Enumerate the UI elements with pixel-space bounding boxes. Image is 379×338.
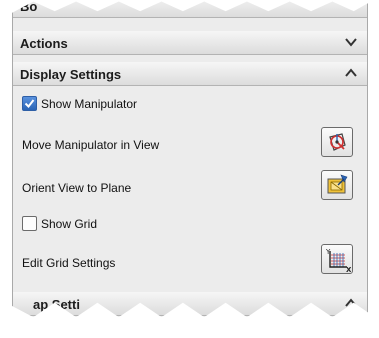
- display-settings-body: Show Manipulator Move Manipulator in Vie…: [13, 87, 367, 292]
- chevron-down-icon[interactable]: [343, 34, 359, 50]
- settings-panel: Bo Actions Display Settings Show Manipul…: [12, 0, 368, 318]
- chevron-up-icon[interactable]: [343, 65, 359, 81]
- show-grid-checkbox[interactable]: [22, 216, 37, 231]
- edit-grid-button[interactable]: Y X: [321, 244, 353, 274]
- section-title-top: Bo: [20, 0, 38, 14]
- checkmark-icon: [24, 99, 35, 109]
- section-header-snap-settings[interactable]: ap Setti: [13, 292, 367, 316]
- grid-axes-icon: Y X: [325, 248, 351, 273]
- move-manipulator-label: Move Manipulator in View: [22, 138, 160, 152]
- edit-grid-label: Edit Grid Settings: [22, 256, 116, 270]
- section-title-snap-settings: ap Setti: [33, 297, 80, 312]
- section-header-top[interactable]: Bo: [13, 0, 367, 18]
- show-manipulator-checkbox[interactable]: [22, 96, 37, 111]
- section-header-display-settings[interactable]: Display Settings: [13, 62, 367, 86]
- show-grid-label: Show Grid: [41, 217, 98, 231]
- plane-orient-icon: [327, 174, 348, 194]
- show-manipulator-label: Show Manipulator: [41, 97, 138, 111]
- section-header-actions[interactable]: Actions: [13, 31, 367, 55]
- section-title-actions: Actions: [20, 36, 68, 51]
- manipulator-icon: [329, 133, 346, 151]
- chevron-up-icon[interactable]: [343, 295, 359, 311]
- grid-axis-x-label: X: [346, 266, 351, 273]
- orient-view-label: Orient View to Plane: [22, 181, 132, 195]
- move-manipulator-button[interactable]: [321, 127, 353, 157]
- orient-view-button[interactable]: [321, 170, 353, 200]
- section-title-display-settings: Display Settings: [20, 67, 122, 82]
- grid-axis-y-label: Y: [325, 248, 331, 256]
